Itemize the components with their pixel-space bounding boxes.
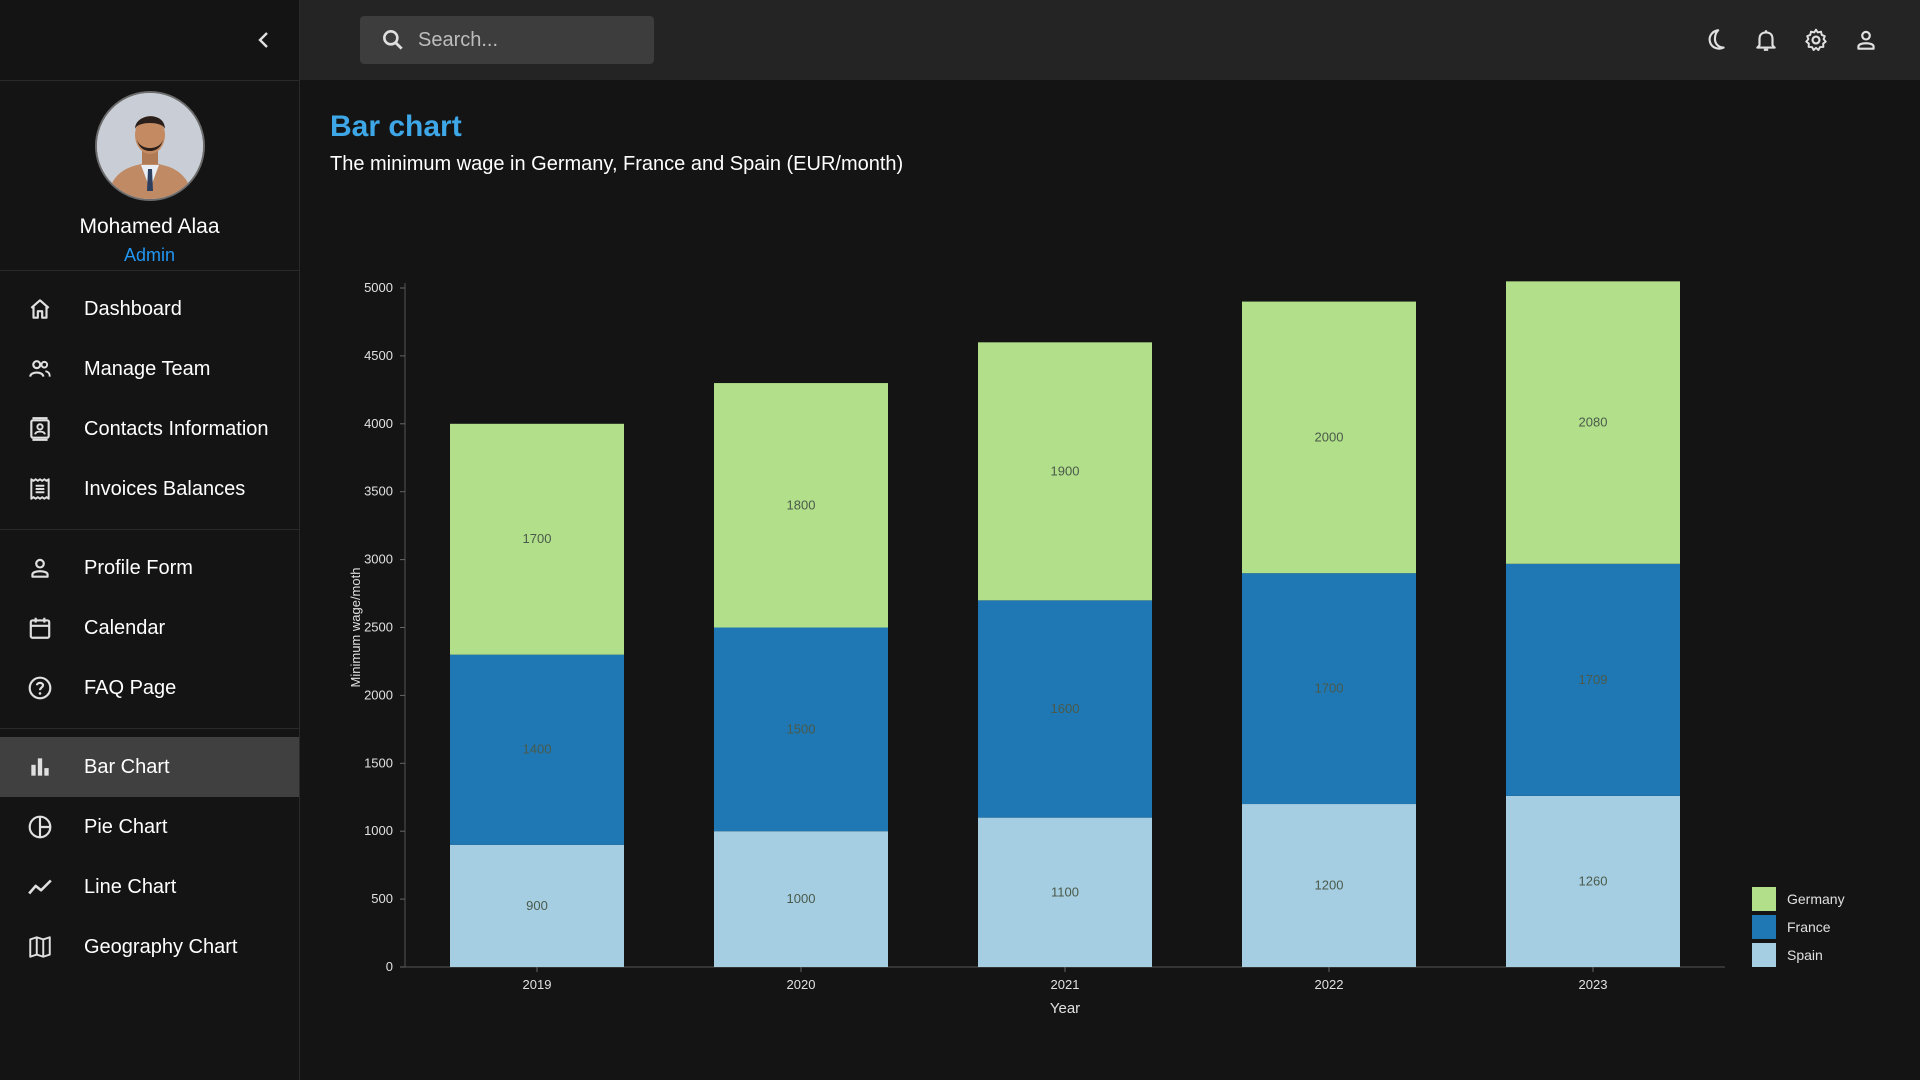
y-tick-label: 0	[386, 959, 393, 974]
y-tick-label: 1000	[364, 823, 393, 838]
bar-chart-icon	[26, 753, 54, 781]
account-icon[interactable]	[1852, 24, 1880, 56]
notifications-icon[interactable]	[1752, 24, 1780, 56]
legend-label-germany: Germany	[1787, 891, 1845, 907]
bar-value-label: 1700	[523, 531, 552, 546]
legend-swatch-spain	[1752, 943, 1776, 967]
sidebar-item-label: FAQ Page	[84, 676, 177, 699]
profile-name: Mohamed Alaa	[79, 215, 220, 238]
sidebar-item-label: Calendar	[84, 616, 166, 639]
y-tick-label: 3000	[364, 552, 393, 567]
bar-value-label: 900	[526, 898, 548, 913]
chevron-left-icon	[258, 32, 268, 48]
search-icon[interactable]	[380, 27, 406, 53]
y-tick-label: 4000	[364, 416, 393, 431]
bar-value-label: 1709	[1579, 672, 1608, 687]
topbar-actions	[1702, 24, 1880, 56]
y-tick-label: 2500	[364, 620, 393, 635]
sidebar-item-label: Profile Form	[84, 556, 193, 579]
sidebar-item-manage-team[interactable]: Manage Team	[0, 339, 299, 399]
home-icon	[26, 295, 54, 323]
sidebar-item-label: Pie Chart	[84, 815, 168, 838]
sidebar-item-invoices[interactable]: Invoices Balances	[0, 459, 299, 519]
sidebar-item-line-chart[interactable]: Line Chart	[0, 857, 299, 917]
y-tick-label: 500	[371, 891, 393, 906]
line-chart-icon	[26, 873, 54, 901]
bar-value-label: 1200	[1315, 878, 1344, 893]
bar-value-label: 2000	[1315, 429, 1344, 444]
sidebar-item-geography-chart[interactable]: Geography Chart	[0, 917, 299, 977]
x-tick-label: 2019	[523, 977, 552, 992]
people-icon	[26, 355, 54, 383]
sidebar-item-contacts[interactable]: Contacts Information	[0, 399, 299, 459]
nav-group-charts: Bar Chart Pie Chart Line Chart Geography…	[0, 729, 299, 987]
x-tick-label: 2022	[1315, 977, 1344, 992]
help-icon	[26, 674, 54, 702]
x-tick-label: 2021	[1051, 977, 1080, 992]
map-icon	[26, 933, 54, 961]
bar-value-label: 1000	[787, 891, 816, 906]
x-axis-title: Year	[1050, 1000, 1080, 1017]
y-tick-label: 4500	[364, 348, 393, 363]
topbar	[300, 0, 1920, 80]
sidebar-item-label: Bar Chart	[84, 755, 170, 778]
sidebar-item-faq[interactable]: FAQ Page	[0, 658, 299, 718]
sidebar-item-dashboard[interactable]: Dashboard	[0, 279, 299, 339]
nav-group-main: Dashboard Manage Team Contacts Informati…	[0, 271, 299, 530]
calendar-icon	[26, 614, 54, 642]
bar-value-label: 1400	[523, 742, 552, 757]
y-tick-label: 1500	[364, 755, 393, 770]
person-icon	[26, 554, 54, 582]
y-tick-label: 2000	[364, 687, 393, 702]
contacts-icon	[26, 415, 54, 443]
bar-value-label: 1900	[1051, 463, 1080, 478]
sidebar-item-calendar[interactable]: Calendar	[0, 598, 299, 658]
bar-value-label: 2080	[1579, 415, 1608, 430]
pie-chart-icon	[26, 813, 54, 841]
profile-role: Admin	[123, 245, 176, 265]
nav-group-pages: Profile Form Calendar FAQ Page	[0, 530, 299, 729]
sidebar-header	[0, 0, 299, 81]
main-content: Bar chart The minimum wage in Germany, F…	[300, 80, 1920, 1080]
search-box	[360, 16, 654, 64]
y-tick-label: 3500	[364, 484, 393, 499]
legend-swatch-germany	[1752, 887, 1776, 911]
avatar-image	[96, 93, 203, 199]
legend-label-spain: Spain	[1787, 947, 1823, 963]
sidebar-item-label: Contacts Information	[84, 417, 269, 440]
sidebar-item-profile-form[interactable]: Profile Form	[0, 538, 299, 598]
x-tick-label: 2023	[1579, 977, 1608, 992]
legend-label-france: France	[1787, 919, 1831, 935]
sidebar: Mohamed Alaa Admin Dashboard Manage Team…	[0, 0, 300, 1080]
bar-value-label: 1800	[787, 497, 816, 512]
bar-value-label: 1100	[1051, 884, 1079, 899]
legend-swatch-france	[1752, 915, 1776, 939]
settings-icon[interactable]	[1802, 24, 1830, 56]
user-profile: Mohamed Alaa Admin	[0, 81, 299, 271]
avatar[interactable]	[94, 91, 205, 201]
receipt-icon	[26, 475, 54, 503]
dark-mode-icon[interactable]	[1702, 24, 1730, 56]
x-tick-label: 2020	[787, 977, 816, 992]
bar-value-label: 1700	[1315, 681, 1344, 696]
stacked-bar-chart: 0 500 1000 1500 2000 2500 3000 3500 4000 4500 5000…	[348, 280, 1845, 1017]
sidebar-item-label: Dashboard	[84, 297, 182, 320]
sidebar-item-pie-chart[interactable]: Pie Chart	[0, 797, 299, 857]
search-input[interactable]	[416, 27, 640, 53]
y-tick-label: 5000	[364, 280, 393, 295]
bar-value-label: 1260	[1579, 873, 1608, 888]
collapse-sidebar-button[interactable]	[250, 26, 278, 54]
bar-value-label: 1600	[1051, 701, 1080, 716]
sidebar-item-label: Invoices Balances	[84, 477, 246, 500]
sidebar-item-label: Geography Chart	[84, 935, 238, 958]
y-axis-title: Minimum wage/moth	[348, 568, 363, 688]
bar-value-label: 1500	[787, 721, 816, 736]
sidebar-item-label: Line Chart	[84, 875, 177, 898]
sidebar-item-bar-chart[interactable]: Bar Chart	[0, 737, 299, 797]
sidebar-item-label: Manage Team	[84, 357, 211, 380]
